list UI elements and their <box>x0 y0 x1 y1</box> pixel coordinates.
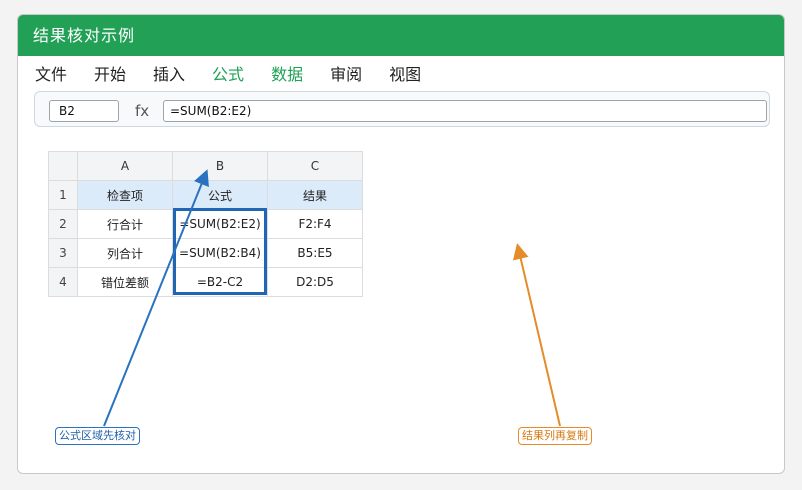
app-window: 结果核对示例 文件 开始 插入 公式 数据 审阅 视图 B2 fx =SUM(B… <box>17 14 785 474</box>
formula-area-callout: 公式区域先核对 <box>55 427 140 445</box>
annotation-arrows <box>103 169 561 427</box>
orange-arrow <box>512 243 561 427</box>
result-column-callout: 结果列再复制 <box>518 427 592 445</box>
blue-arrow <box>103 169 209 427</box>
